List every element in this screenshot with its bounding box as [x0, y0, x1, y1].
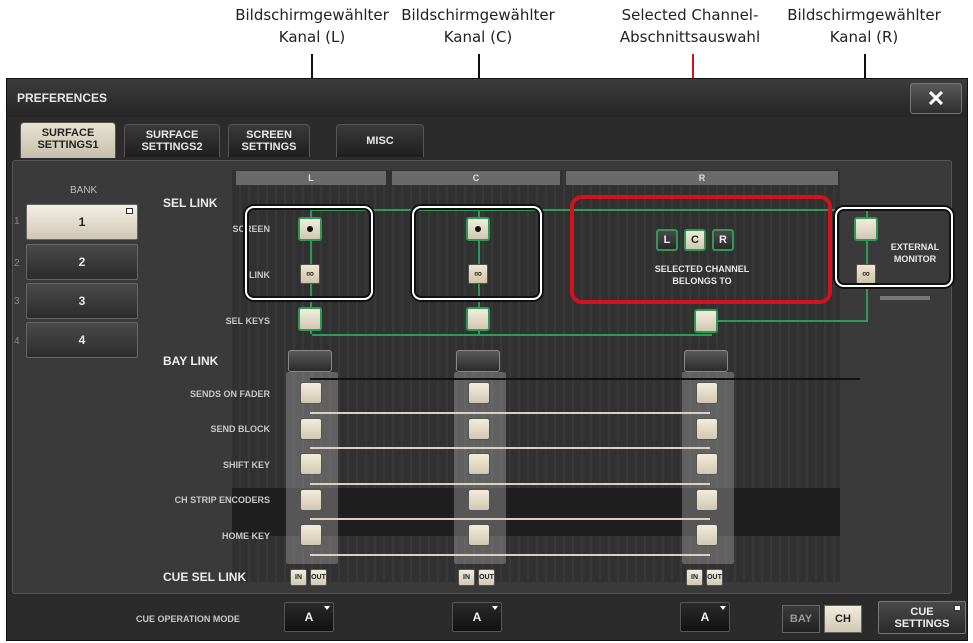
sel-keys-wire-right: [708, 320, 868, 322]
home-key-l-button[interactable]: [300, 524, 322, 546]
callout-selected-channel-section: Selected Channel- Abschnittsauswahl: [619, 6, 761, 46]
bank-button-2[interactable]: 2: [26, 244, 138, 280]
callout-screen-channel-c: Bildschirmgewählter Kanal (C): [401, 6, 555, 46]
close-icon: ✕: [926, 85, 946, 111]
highlight-screen-channel-c: [412, 206, 542, 300]
cue-sel-link-in-l-button[interactable]: IN: [290, 569, 307, 586]
ch-strip-encoders-c-button[interactable]: [468, 489, 490, 511]
sends-on-fader-c-button[interactable]: [468, 382, 490, 404]
ch-strip-encoders-label: CH STRIP ENCODERS: [174, 495, 270, 505]
close-button[interactable]: ✕: [910, 83, 962, 114]
bay-link-r-button[interactable]: [684, 350, 728, 372]
home-key-label: HOME KEY: [221, 531, 270, 541]
bank-button-3[interactable]: 3: [26, 283, 138, 319]
cue-sel-link-label: CUE SEL LINK: [163, 570, 247, 584]
cue-sel-link-out-c-button[interactable]: OUT: [478, 569, 495, 586]
cue-operation-mode-label: CUE OPERATION MODE: [136, 614, 240, 624]
shift-key-l-button[interactable]: [300, 453, 322, 475]
tab-misc[interactable]: MISC: [336, 124, 424, 157]
send-block-label: SEND BLOCK: [210, 424, 270, 434]
bank-button-1[interactable]: 1: [26, 204, 138, 240]
sends-on-fader-l-button[interactable]: [300, 382, 322, 404]
highlight-screen-channel-l: [245, 206, 373, 300]
shift-key-r-button[interactable]: [696, 453, 718, 475]
sel-keys-r-button[interactable]: [694, 309, 718, 333]
ch-toggle-button[interactable]: CH: [824, 605, 862, 633]
row-link-wire-4: [310, 518, 710, 520]
tab-surface-settings2[interactable]: SURFACE SETTINGS2: [124, 124, 220, 157]
tab-surface-settings1[interactable]: SURFACE SETTINGS1: [20, 122, 116, 158]
cue-mode-l-select[interactable]: A: [284, 602, 334, 632]
cue-sel-link-in-r-button[interactable]: IN: [686, 569, 703, 586]
dropdown-arrow-icon: [492, 606, 498, 610]
highlight-screen-channel-r: [835, 207, 953, 287]
cue-sel-link-out-l-button[interactable]: OUT: [310, 569, 327, 586]
sel-keys-c-button[interactable]: [466, 307, 490, 331]
column-header-c: C: [392, 171, 560, 185]
callout-screen-channel-r: Bildschirmgewählter Kanal (R): [787, 6, 941, 46]
bay-link-l-button[interactable]: [288, 350, 332, 372]
row-link-wire-5: [310, 554, 710, 556]
column-header-l: L: [236, 171, 386, 185]
shift-key-label: SHIFT KEY: [222, 460, 270, 470]
sends-on-fader-r-button[interactable]: [696, 382, 718, 404]
home-key-r-button[interactable]: [696, 524, 718, 546]
ch-strip-encoders-l-button[interactable]: [300, 489, 322, 511]
row-link-wire-1: [310, 412, 710, 414]
bay-link-c-button[interactable]: [456, 350, 500, 372]
sel-keys-label: SEL KEYS: [225, 316, 270, 326]
cue-mode-c-select[interactable]: A: [452, 602, 502, 632]
highlight-selected-channel-section: [570, 195, 832, 304]
window-title: PREFERENCES: [17, 91, 108, 105]
monitor-stand-icon: [880, 296, 930, 300]
send-block-l-button[interactable]: [300, 418, 322, 440]
bank-label: BANK: [70, 185, 98, 196]
bank-button-4[interactable]: 4: [26, 322, 138, 358]
cue-settings-button[interactable]: CUE SETTINGS: [878, 601, 966, 634]
row-link-wire-2: [310, 447, 710, 449]
popup-indicator-icon: [126, 208, 133, 214]
bay-link-wire: [310, 378, 860, 380]
bank-number-4: 4: [14, 336, 20, 347]
tab-screen-settings[interactable]: SCREEN SETTINGS: [228, 124, 310, 157]
sends-on-fader-label: SENDS ON FADER: [189, 389, 270, 399]
dropdown-arrow-icon: [720, 606, 726, 610]
ch-strip-encoders-r-button[interactable]: [696, 489, 718, 511]
title-bar: PREFERENCES ✕: [7, 79, 967, 117]
bank-number-2: 2: [14, 258, 20, 269]
shift-key-c-button[interactable]: [468, 453, 490, 475]
send-block-c-button[interactable]: [468, 418, 490, 440]
cue-mode-r-select[interactable]: A: [680, 602, 730, 632]
popup-indicator-icon: [954, 605, 961, 611]
callout-screen-channel-l: Bildschirmgewählter Kanal (L): [235, 6, 389, 46]
sel-link-label: SEL LINK: [163, 196, 218, 210]
send-block-r-button[interactable]: [696, 418, 718, 440]
bank-number-3: 3: [14, 296, 20, 307]
cue-sel-link-in-c-button[interactable]: IN: [458, 569, 475, 586]
home-key-c-button[interactable]: [468, 524, 490, 546]
bay-toggle-button[interactable]: BAY: [782, 605, 820, 633]
dropdown-arrow-icon: [324, 606, 330, 610]
sel-keys-l-button[interactable]: [298, 307, 322, 331]
bay-link-label: BAY LINK: [163, 354, 219, 368]
cue-sel-link-out-r-button[interactable]: OUT: [706, 569, 723, 586]
sel-keys-wire: [312, 334, 712, 336]
bank-number-1: 1: [14, 216, 20, 227]
column-header-r: R: [566, 171, 838, 185]
row-link-wire-3: [310, 483, 710, 485]
